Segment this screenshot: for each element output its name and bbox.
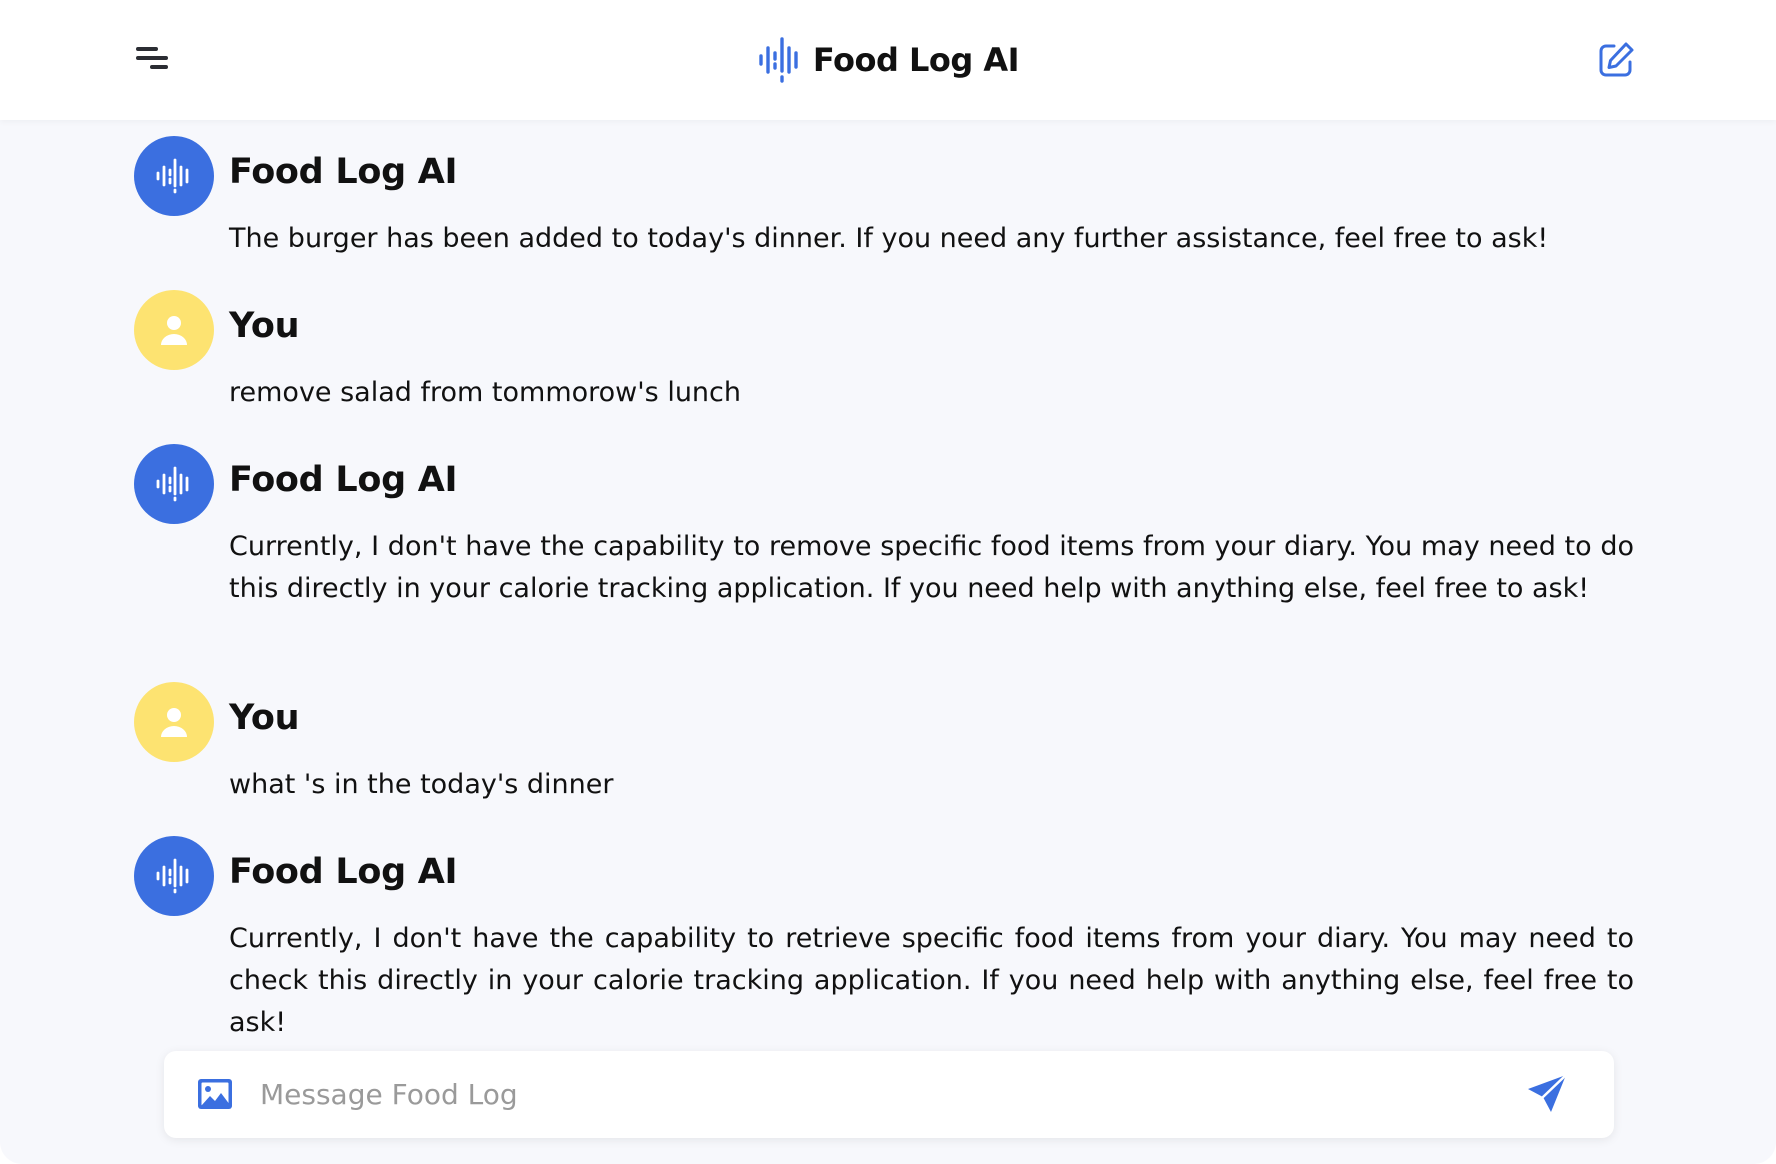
message-ai: Food Log AI Currently, I don't have the … (134, 836, 1644, 1056)
ai-avatar (134, 836, 214, 916)
message-user: You what 's in the today's dinner (134, 682, 1644, 812)
ai-avatar (134, 136, 214, 216)
message-text: The burger has been added to today's din… (229, 223, 1549, 254)
message-ai: Food Log AI The burger has been added to… (134, 136, 1644, 266)
user-icon (161, 316, 187, 345)
sender-name: Food Log AI (229, 852, 458, 892)
message-text: what 's in the today's dinner (229, 769, 614, 800)
message-ai: Food Log AI Currently, I don't have the … (134, 444, 1644, 664)
voice-wave-icon (156, 466, 189, 502)
attach-image-button[interactable] (196, 1076, 234, 1112)
chat-area: Food Log AI The burger has been added to… (0, 120, 1776, 1164)
new-chat-button[interactable] (1596, 40, 1636, 80)
send-icon (1528, 1073, 1568, 1112)
sender-name: Food Log AI (229, 460, 458, 500)
voice-wave-icon (759, 37, 798, 83)
app-brand: Food Log AI (0, 30, 1776, 90)
message-text: Currently, I don't have the capability t… (229, 531, 1634, 604)
ai-avatar (134, 444, 214, 524)
user-icon (161, 708, 187, 737)
sender-name: Food Log AI (229, 152, 458, 192)
sender-name: You (229, 698, 300, 738)
app-header: Food Log AI (0, 0, 1776, 120)
voice-wave-icon (156, 858, 189, 894)
app-title: Food Log AI (812, 41, 1020, 79)
message-text: Currently, I don't have the capability t… (229, 923, 1634, 1038)
message-user: You remove salad from tommorow's lunch (134, 290, 1644, 420)
user-avatar (134, 682, 214, 762)
voice-wave-icon (156, 158, 189, 194)
message-composer (164, 1051, 1614, 1138)
user-avatar (134, 290, 214, 370)
edit-icon (1599, 42, 1634, 77)
message-text: remove salad from tommorow's lunch (229, 377, 741, 408)
sender-name: You (229, 306, 300, 346)
send-button[interactable] (1526, 1073, 1568, 1115)
image-icon (198, 1079, 232, 1109)
message-input[interactable] (260, 1065, 1460, 1123)
